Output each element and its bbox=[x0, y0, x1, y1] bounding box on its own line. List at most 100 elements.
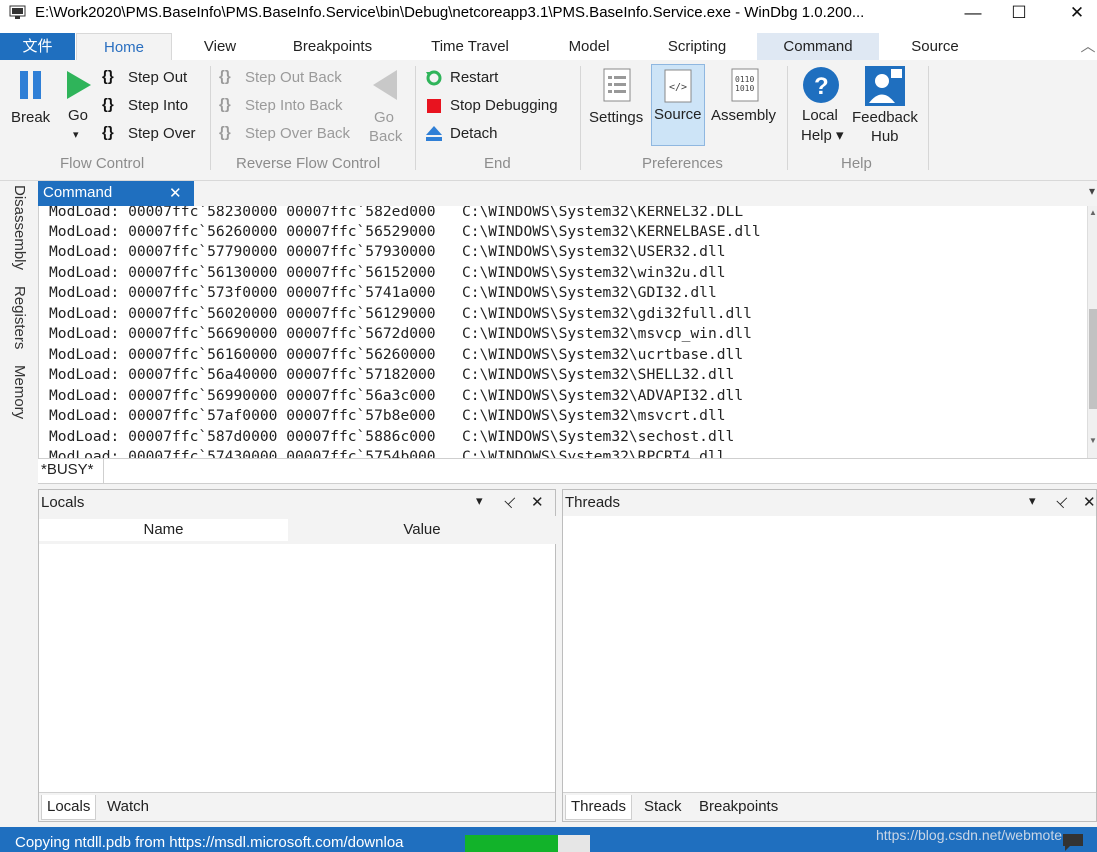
maximize-button[interactable]: ☐ bbox=[996, 0, 1042, 25]
svg-text:</>: </> bbox=[669, 82, 687, 93]
window-title: E:\Work2020\PMS.BaseInfo\PMS.BaseInfo.Se… bbox=[35, 4, 865, 21]
feedback-hub-button[interactable]: Feedback Hub bbox=[851, 66, 923, 150]
tab-source[interactable]: Source bbox=[900, 33, 970, 60]
restart-label: Restart bbox=[450, 69, 499, 86]
tab-watch[interactable]: Watch bbox=[102, 795, 154, 819]
go-back-button[interactable]: Go Back bbox=[366, 68, 406, 148]
feedback-hub-label-line1: Feedback bbox=[852, 109, 918, 126]
threads-pin-icon[interactable]: ⊥ bbox=[1053, 491, 1073, 512]
tab-threads[interactable]: Threads bbox=[565, 795, 633, 820]
title-spacer bbox=[0, 25, 1097, 33]
threads-panel: Threads ▾ ⊥ ✕ Threads Stack Breakpoints bbox=[562, 489, 1097, 822]
windbg-app-icon bbox=[9, 5, 26, 19]
locals-pin-icon[interactable]: ⊥ bbox=[501, 491, 521, 512]
locals-col-value[interactable]: Value bbox=[288, 519, 556, 541]
step-into-back-icon: {} bbox=[219, 96, 231, 113]
stop-debugging-button[interactable]: Stop Debugging bbox=[425, 96, 575, 118]
step-out-back-button[interactable]: {} Step Out Back bbox=[219, 68, 359, 90]
watermark-text: https://blog.csdn.net/webmote bbox=[876, 827, 1062, 843]
threads-panel-footer: Threads Stack Breakpoints bbox=[563, 792, 1096, 821]
end-group-label: End bbox=[484, 155, 511, 172]
go-back-arrow-icon bbox=[373, 70, 397, 100]
assembly-binary-icon: 0110 1010 bbox=[731, 68, 759, 102]
close-window-button[interactable]: ✕ bbox=[1054, 0, 1097, 25]
output-line: ModLoad: 00007ffc`56690000 00007ffc`5672… bbox=[49, 325, 752, 342]
break-button[interactable]: Break bbox=[11, 68, 51, 128]
scroll-up-icon[interactable]: ▲ bbox=[1089, 208, 1097, 217]
threads-panel-header: Threads ▾ ⊥ ✕ bbox=[563, 490, 1096, 516]
tab-view[interactable]: View bbox=[190, 33, 250, 60]
tab-scripting[interactable]: Scripting bbox=[656, 33, 738, 60]
tab-model[interactable]: Model bbox=[557, 33, 621, 60]
status-bar: Copying ntdll.pdb from https://msdl.micr… bbox=[0, 827, 1097, 852]
ribbon-separator bbox=[580, 66, 581, 170]
output-line: ModLoad: 00007ffc`56020000 00007ffc`5612… bbox=[49, 305, 752, 322]
tab-command[interactable]: Command bbox=[757, 33, 879, 60]
tab-file[interactable]: 文件 bbox=[0, 33, 75, 60]
restart-icon bbox=[426, 70, 442, 86]
side-tab-memory[interactable]: Memory bbox=[11, 365, 28, 419]
locals-close-icon[interactable]: ✕ bbox=[531, 493, 544, 511]
restart-button[interactable]: Restart bbox=[425, 68, 555, 90]
side-tab-registers[interactable]: Registers bbox=[11, 286, 28, 349]
notification-icon[interactable] bbox=[1062, 833, 1084, 852]
step-over-back-button[interactable]: {} Step Over Back bbox=[219, 124, 359, 146]
command-output[interactable]: ModLoad: 00007ffc`58230000 00007ffc`582e… bbox=[38, 206, 1088, 458]
tab-breakpoints-panel[interactable]: Breakpoints bbox=[694, 795, 783, 819]
step-into-back-button[interactable]: {} Step Into Back bbox=[219, 96, 359, 118]
output-line: ModLoad: 00007ffc`58230000 00007ffc`582e… bbox=[49, 206, 744, 220]
ribbon-separator bbox=[415, 66, 416, 170]
download-progress-bar bbox=[465, 835, 590, 852]
go-button[interactable]: Go ▾ bbox=[64, 68, 94, 148]
step-into-icon: {} bbox=[102, 96, 114, 113]
step-into-button[interactable]: {} Step Into bbox=[102, 96, 202, 118]
scroll-down-icon[interactable]: ▼ bbox=[1089, 436, 1097, 445]
step-out-label: Step Out bbox=[128, 69, 188, 86]
minimize-button[interactable]: — bbox=[950, 0, 996, 25]
preferences-group-label: Preferences bbox=[642, 155, 723, 172]
local-help-label-line2: Help ▾ bbox=[801, 127, 844, 144]
tab-home[interactable]: Home bbox=[76, 33, 172, 60]
locals-col-name[interactable]: Name bbox=[39, 519, 288, 541]
go-back-label-line1: Go bbox=[374, 109, 395, 126]
settings-label: Settings bbox=[589, 109, 644, 126]
threads-close-icon[interactable]: ✕ bbox=[1083, 493, 1096, 511]
break-label: Break bbox=[11, 109, 51, 126]
ribbon: Break Go ▾ {} Step Out {} Step Into {} S… bbox=[0, 60, 1097, 181]
settings-button[interactable]: Settings bbox=[587, 66, 649, 150]
step-over-back-label: Step Over Back bbox=[245, 125, 351, 142]
assembly-label: Assembly bbox=[711, 107, 777, 124]
threads-dropdown-icon[interactable]: ▾ bbox=[1029, 493, 1036, 509]
go-label: Go bbox=[68, 107, 89, 124]
stop-debugging-label: Stop Debugging bbox=[450, 97, 558, 114]
step-over-button[interactable]: {} Step Over bbox=[102, 124, 202, 146]
detach-button[interactable]: Detach bbox=[425, 124, 555, 146]
locals-dropdown-icon[interactable]: ▾ bbox=[476, 493, 483, 509]
command-vertical-scrollbar[interactable]: ▲ ▼ bbox=[1087, 206, 1097, 458]
tab-breakpoints[interactable]: Breakpoints bbox=[275, 33, 390, 60]
locals-panel-title: Locals bbox=[41, 494, 85, 511]
go-dropdown-icon[interactable]: ▾ bbox=[73, 128, 79, 141]
side-tab-disassembly[interactable]: Disassembly bbox=[11, 185, 28, 270]
download-progress-fill bbox=[465, 835, 558, 852]
tab-time-travel[interactable]: Time Travel bbox=[417, 33, 523, 60]
output-line: ModLoad: 00007ffc`56260000 00007ffc`5652… bbox=[49, 223, 761, 240]
command-tab-close-icon[interactable]: ✕ bbox=[169, 184, 182, 202]
output-line: ModLoad: 00007ffc`587d0000 00007ffc`5886… bbox=[49, 428, 735, 445]
tab-stack[interactable]: Stack bbox=[639, 795, 687, 819]
source-button[interactable]: </> Source bbox=[651, 64, 705, 146]
scrollbar-thumb[interactable] bbox=[1089, 309, 1097, 409]
step-out-back-label: Step Out Back bbox=[245, 69, 342, 86]
assembly-button[interactable]: 0110 1010 Assembly bbox=[709, 66, 781, 150]
ribbon-collapse-icon[interactable]: ︿ bbox=[1079, 33, 1097, 60]
locals-column-header: Name Value bbox=[39, 516, 556, 544]
step-out-button[interactable]: {} Step Out bbox=[102, 68, 202, 90]
step-into-label: Step Into bbox=[128, 97, 189, 114]
tab-locals[interactable]: Locals bbox=[41, 795, 97, 820]
command-tab[interactable]: Command ✕ bbox=[38, 181, 194, 206]
local-help-button[interactable]: ? Local Help ▾ bbox=[798, 66, 848, 150]
command-input[interactable] bbox=[108, 461, 1092, 481]
pane-menu-icon[interactable]: ▾ bbox=[1089, 184, 1095, 198]
status-text: Copying ntdll.pdb from https://msdl.micr… bbox=[15, 834, 404, 851]
output-line: ModLoad: 00007ffc`56160000 00007ffc`5626… bbox=[49, 346, 744, 363]
